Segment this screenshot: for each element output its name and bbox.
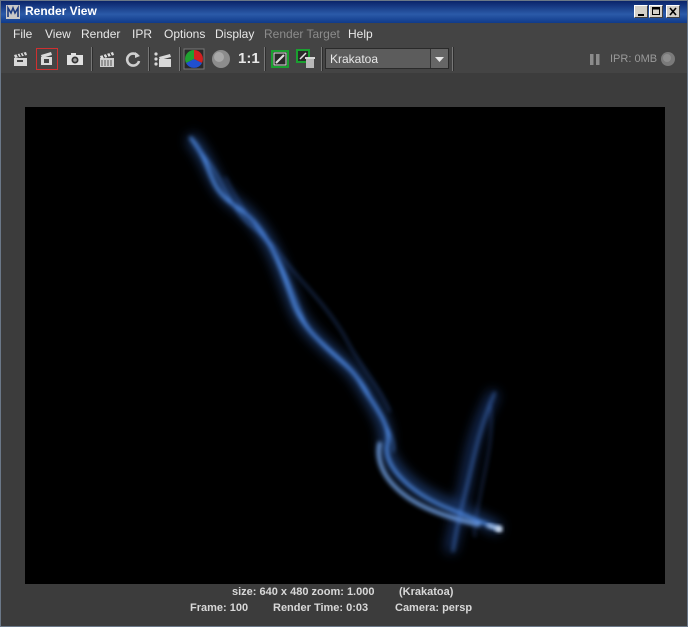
redo-render-button[interactable] [10,48,32,70]
smoke-render-image [186,133,502,553]
batch-render-icon [100,52,114,67]
menu-view[interactable]: View [45,27,71,41]
render-clapper-icon [14,52,27,66]
render-sequence-icon [154,52,171,67]
keep-image-button[interactable] [269,48,291,70]
status-bar: size: 640 x 480 zoom: 1.000 (Krakatoa) F… [1,584,687,626]
toolbar-separator [264,47,265,71]
menu-ipr[interactable]: IPR [132,27,152,41]
frame-status: Frame: 100 [190,602,249,614]
menu-render[interactable]: Render [81,27,120,41]
camera-status: Camera: persp [395,602,473,614]
render-region-icon [41,52,52,65]
ipr-memory-status: IPR: 0MB [610,53,658,65]
close-button[interactable] [666,5,680,18]
toolbar-separator [452,47,453,71]
rgb-channels-button[interactable] [183,48,205,70]
dropdown-arrow[interactable] [430,49,448,68]
renderer-selected-value: Krakatoa [330,52,379,66]
maximize-button[interactable] [649,5,663,18]
remove-image-icon [296,49,315,68]
render-region-button[interactable] [36,48,58,70]
rendered-image [25,107,665,587]
menu-render-target[interactable]: Render Target [264,27,340,41]
toolbar-separator [91,47,92,71]
alpha-channel-button[interactable] [210,48,232,70]
pause-ipr-button[interactable] [588,48,602,70]
menu-bar: File View Render IPR Options Display Ren… [1,23,687,45]
render-time-status: Render Time: 0:03 [273,602,369,614]
alpha-channel-icon [212,50,230,68]
window-title: Render View [25,4,97,18]
keep-image-icon [271,50,289,68]
render-target-dropdown[interactable]: Krakatoa [325,48,449,69]
batch-render-button[interactable] [96,48,118,70]
close-icon [669,7,677,16]
menu-help[interactable]: Help [348,27,373,41]
minimize-button[interactable] [634,5,648,18]
remove-image-button[interactable] [295,48,317,70]
menu-display[interactable]: Display [215,27,254,41]
toolbar: 1:1 Krakatoa IPR: 0MB [1,45,687,73]
title-bar[interactable]: Render View [1,1,687,23]
real-size-icon[interactable]: 1:1 [238,50,260,67]
chevron-down-icon [435,57,444,62]
menu-options[interactable]: Options [164,27,205,41]
render-view-window: Render View File View Render IPR Options… [0,0,688,627]
snapshot-camera-icon [67,53,83,65]
refresh-icon [125,52,141,67]
toolbar-separator [321,47,322,71]
minimize-icon [638,14,644,16]
refresh-button[interactable] [122,48,144,70]
ipr-status-icon [661,52,675,66]
pause-icon [590,54,600,65]
snapshot-button[interactable] [64,48,86,70]
ipr-status-indicator [659,48,677,70]
maximize-icon [652,7,660,15]
toolbar-separator [148,47,149,71]
renderer-status: (Krakatoa) [399,586,454,598]
render-sequence-button[interactable] [152,48,174,70]
toolbar-separator [179,47,180,71]
image-size-status: size: 640 x 480 zoom: 1.000 [232,586,375,598]
menu-file[interactable]: File [13,27,32,41]
render-viewport[interactable] [1,73,687,599]
maya-logo-icon [6,5,20,19]
rgb-channels-icon [183,48,205,70]
